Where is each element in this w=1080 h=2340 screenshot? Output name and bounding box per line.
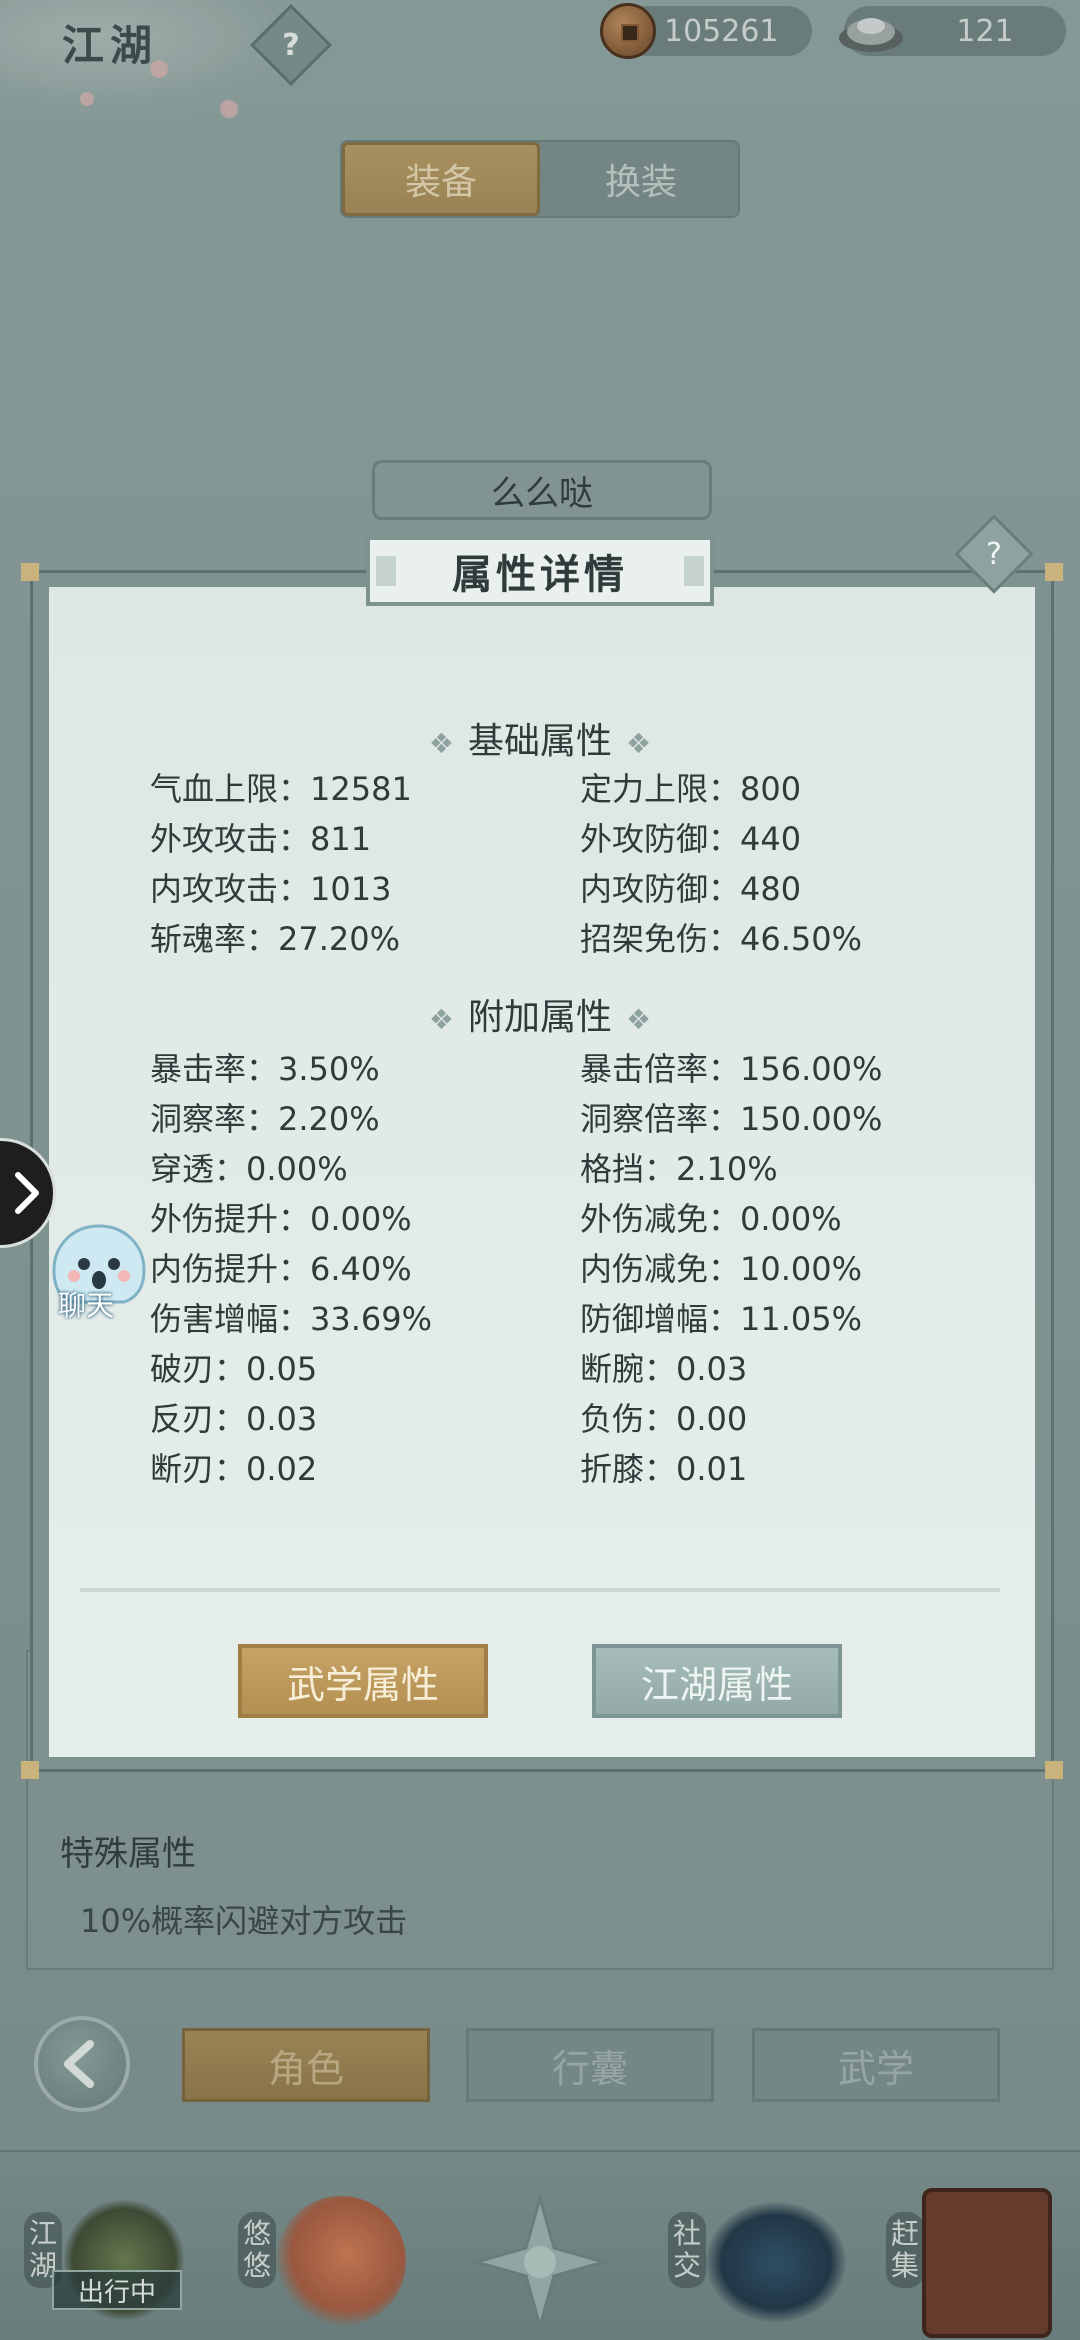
stat-value: 27.20% bbox=[278, 920, 401, 958]
stat-label: 破刃： bbox=[150, 1350, 247, 1388]
diamond-ornament-icon: ❖ bbox=[428, 1003, 454, 1036]
stat-entry: 断腕：0.03 bbox=[580, 1344, 747, 1390]
stat-value: 0.00% bbox=[310, 1200, 412, 1238]
stat-entry: 内伤提升：6.40% bbox=[150, 1244, 412, 1290]
stat-label: 气血上限： bbox=[150, 770, 311, 808]
stat-entry: 折膝：0.01 bbox=[580, 1444, 747, 1490]
stat-entry: 定力上限：800 bbox=[580, 764, 801, 810]
stat-value: 0.00% bbox=[740, 1200, 842, 1238]
stat-value: 46.50% bbox=[740, 920, 863, 958]
stat-label: 外伤提升： bbox=[150, 1200, 311, 1238]
diamond-ornament-icon: ❖ bbox=[626, 1003, 652, 1036]
stat-value: 33.69% bbox=[310, 1300, 433, 1338]
corner-ornament bbox=[1045, 563, 1063, 581]
stat-label: 洞察率： bbox=[150, 1100, 279, 1138]
stat-value: 0.02 bbox=[246, 1450, 318, 1488]
stat-label: 外伤减免： bbox=[580, 1200, 741, 1238]
stat-value: 0.01 bbox=[676, 1450, 748, 1488]
stat-label: 内攻攻击： bbox=[150, 870, 311, 908]
stat-entry: 暴击率：3.50% bbox=[150, 1044, 380, 1090]
diamond-ornament-icon: ❖ bbox=[626, 727, 652, 760]
stat-entry: 负伤：0.00 bbox=[580, 1394, 747, 1440]
stat-entry: 外伤减免：0.00% bbox=[580, 1194, 842, 1240]
stat-entry: 内伤减免：10.00% bbox=[580, 1244, 862, 1290]
stat-value: 1013 bbox=[310, 870, 392, 908]
stat-label: 招架免伤： bbox=[580, 920, 741, 958]
stat-label: 断腕： bbox=[580, 1350, 677, 1388]
stat-entry: 防御增幅：11.05% bbox=[580, 1294, 862, 1340]
chat-label[interactable]: 聊天 bbox=[58, 1284, 114, 1324]
stat-label: 内攻防御： bbox=[580, 870, 741, 908]
stat-value: 811 bbox=[310, 820, 372, 858]
stat-label: 洞察倍率： bbox=[580, 1100, 741, 1138]
stat-label: 斩魂率： bbox=[150, 920, 279, 958]
stat-entry: 穿透：0.00% bbox=[150, 1144, 348, 1190]
stat-value: 0.05 bbox=[246, 1350, 318, 1388]
stat-entry: 破刃：0.05 bbox=[150, 1344, 317, 1390]
stat-label: 折膝： bbox=[580, 1450, 677, 1488]
dialog-title: 属性详情 bbox=[366, 536, 714, 606]
stat-value: 11.05% bbox=[740, 1300, 863, 1338]
stat-entry: 格挡：2.10% bbox=[580, 1144, 778, 1190]
stat-label: 暴击率： bbox=[150, 1050, 279, 1088]
stat-entry: 反刃：0.03 bbox=[150, 1394, 317, 1440]
stat-entry: 外攻防御：440 bbox=[580, 814, 801, 860]
question-icon: ? bbox=[986, 536, 1002, 572]
basic-attributes-heading: ❖ 基础属性 ❖ bbox=[428, 721, 652, 762]
stat-label: 格挡： bbox=[580, 1150, 677, 1188]
stat-value: 150.00% bbox=[740, 1100, 883, 1138]
stat-value: 0.03 bbox=[676, 1350, 748, 1388]
corner-ornament bbox=[1045, 1761, 1063, 1779]
stat-entry: 断刃：0.02 bbox=[150, 1444, 317, 1490]
dialog-divider bbox=[80, 1588, 1000, 1592]
stat-entry: 内攻攻击：1013 bbox=[150, 864, 391, 910]
corner-ornament bbox=[21, 1761, 39, 1779]
stat-entry: 气血上限：12581 bbox=[150, 764, 412, 810]
stat-entry: 暴击倍率：156.00% bbox=[580, 1044, 882, 1090]
stat-value: 440 bbox=[740, 820, 802, 858]
stat-label: 内伤提升： bbox=[150, 1250, 311, 1288]
stat-label: 伤害增幅： bbox=[150, 1300, 311, 1338]
stat-value: 800 bbox=[740, 770, 802, 808]
stat-value: 3.50% bbox=[278, 1050, 380, 1088]
stat-value: 480 bbox=[740, 870, 802, 908]
stat-value: 0.03 bbox=[246, 1400, 318, 1438]
jianghu-attributes-button[interactable]: 江湖属性 bbox=[592, 1644, 842, 1718]
stat-label: 断刃： bbox=[150, 1450, 247, 1488]
stat-entry: 洞察倍率：150.00% bbox=[580, 1094, 882, 1140]
stat-value: 156.00% bbox=[740, 1050, 883, 1088]
corner-ornament bbox=[21, 563, 39, 581]
stat-value: 12581 bbox=[310, 770, 412, 808]
stat-label: 穿透： bbox=[150, 1150, 247, 1188]
stat-label: 外攻攻击： bbox=[150, 820, 311, 858]
stat-value: 6.40% bbox=[310, 1250, 412, 1288]
stat-entry: 招架免伤：46.50% bbox=[580, 914, 862, 960]
martial-attributes-button[interactable]: 武学属性 bbox=[238, 1644, 488, 1718]
stat-entry: 斩魂率：27.20% bbox=[150, 914, 400, 960]
stat-value: 2.10% bbox=[676, 1150, 778, 1188]
stat-entry: 洞察率：2.20% bbox=[150, 1094, 380, 1140]
stat-label: 负伤： bbox=[580, 1400, 677, 1438]
stat-label: 反刃： bbox=[150, 1400, 247, 1438]
stat-label: 内伤减免： bbox=[580, 1250, 741, 1288]
diamond-ornament-icon: ❖ bbox=[428, 727, 454, 760]
extra-attributes-heading: ❖ 附加属性 ❖ bbox=[428, 997, 652, 1038]
stat-value: 0.00 bbox=[676, 1400, 748, 1438]
stat-value: 10.00% bbox=[740, 1250, 863, 1288]
stat-entry: 内攻防御：480 bbox=[580, 864, 801, 910]
stat-value: 0.00% bbox=[246, 1150, 348, 1188]
stat-label: 防御增幅： bbox=[580, 1300, 741, 1338]
chevron-right-icon bbox=[14, 1172, 39, 1214]
stat-label: 暴击倍率： bbox=[580, 1050, 741, 1088]
stat-label: 外攻防御： bbox=[580, 820, 741, 858]
stat-entry: 伤害增幅：33.69% bbox=[150, 1294, 432, 1340]
stat-entry: 外伤提升：0.00% bbox=[150, 1194, 412, 1240]
stat-value: 2.20% bbox=[278, 1100, 380, 1138]
stat-label: 定力上限： bbox=[580, 770, 741, 808]
stat-entry: 外攻攻击：811 bbox=[150, 814, 371, 860]
